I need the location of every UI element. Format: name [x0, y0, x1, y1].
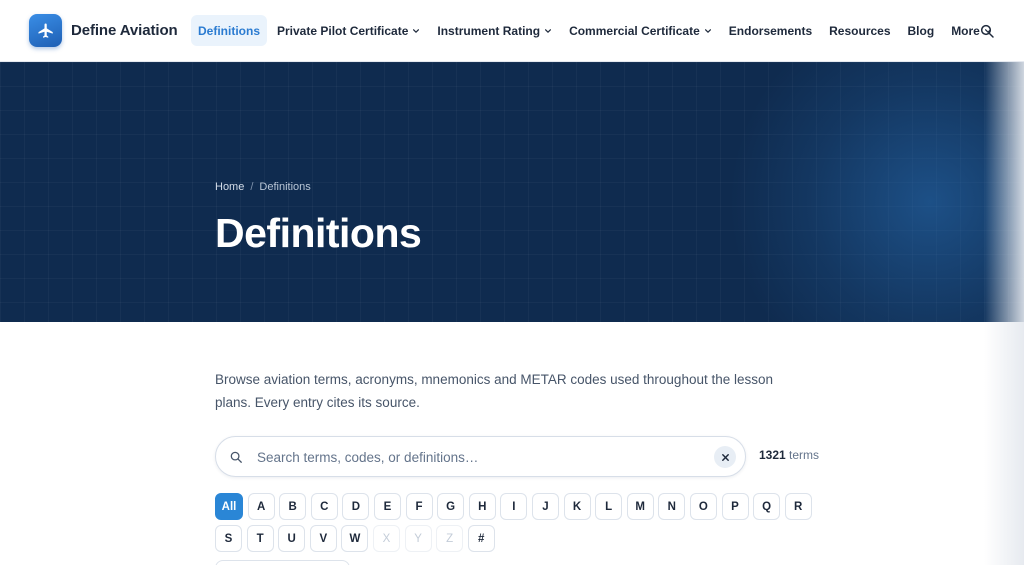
letter-filter-l[interactable]: L	[595, 493, 623, 520]
letter-filter-b[interactable]: B	[279, 493, 307, 520]
breadcrumb-separator: /	[250, 181, 254, 193]
search-input[interactable]	[257, 446, 707, 468]
letter-filter-p[interactable]: P	[721, 493, 749, 520]
letter-filter-d[interactable]: D	[342, 493, 370, 520]
search-icon	[980, 24, 994, 38]
nav-label: Definitions	[198, 23, 260, 38]
breadcrumb-current: Definitions	[259, 181, 311, 193]
nav-label: Endorsements	[728, 23, 813, 38]
letter-filter-k[interactable]: K	[563, 493, 591, 520]
nav-item-resources[interactable]: Resources	[822, 15, 897, 46]
letter-filter-g[interactable]: G	[437, 493, 465, 520]
intro-text: Browse aviation terms, acronyms, mnemoni…	[215, 372, 774, 410]
letter-filter-a[interactable]: A	[247, 493, 275, 520]
letter-filter-u[interactable]: U	[278, 525, 306, 552]
letter-filter-w[interactable]: W	[341, 525, 369, 552]
nav-label: Commercial Certificate	[569, 23, 700, 38]
nav-item-commercial-certificate[interactable]: Commercial Certificate	[562, 15, 719, 46]
chevron-down-icon	[413, 28, 420, 33]
letter-filter-all[interactable]: All	[215, 493, 243, 520]
letter-filter-n[interactable]: N	[658, 493, 686, 520]
site-header: Define Aviation Definitions Private Pilo…	[0, 0, 1024, 62]
letter-filter-v[interactable]: V	[309, 525, 337, 552]
letter-filter-z: Z	[436, 525, 464, 552]
letter-filter-j[interactable]: J	[531, 493, 559, 520]
letter-filter-h[interactable]: H	[468, 493, 496, 520]
letter-filter-t[interactable]: T	[246, 525, 274, 552]
alphabet-filter-row-2: S T U V W X Y Z #	[215, 525, 499, 552]
letter-filter-m[interactable]: M	[626, 493, 654, 520]
page-title: Definitions	[215, 210, 422, 256]
chevron-down-icon	[545, 28, 552, 33]
breadcrumb: Home / Definitions	[215, 181, 311, 193]
letter-filter-c[interactable]: C	[310, 493, 338, 520]
letter-filter-i[interactable]: I	[500, 493, 528, 520]
letter-filter-e[interactable]: E	[373, 493, 401, 520]
close-icon	[721, 453, 729, 461]
chevron-down-icon	[704, 28, 711, 33]
letter-filter-q[interactable]: Q	[753, 493, 781, 520]
letter-filter-r[interactable]: R	[784, 493, 812, 520]
letter-filter-y: Y	[404, 525, 432, 552]
airplane-icon	[29, 14, 62, 47]
search-icon	[230, 451, 242, 463]
nav-label: Private Pilot Certificate	[277, 23, 409, 38]
brand-name: Define Aviation	[71, 22, 178, 39]
letter-filter-x: X	[372, 525, 400, 552]
hero-banner: Home / Definitions Definitions	[0, 62, 1024, 322]
nav-item-private-pilot-certificate[interactable]: Private Pilot Certificate	[270, 15, 427, 46]
nav-item-instrument-rating[interactable]: Instrument Rating	[430, 15, 559, 46]
letter-filter-hash[interactable]: #	[467, 525, 495, 552]
term-count-label: terms	[789, 448, 820, 462]
main-nav: Definitions Private Pilot Certificate In…	[191, 15, 1002, 46]
nav-item-blog[interactable]: Blog	[901, 15, 942, 46]
term-count: 1321 terms	[759, 448, 819, 462]
header-search-button[interactable]	[976, 20, 998, 42]
breadcrumb-home-link[interactable]: Home	[215, 181, 244, 193]
nav-item-endorsements[interactable]: Endorsements	[722, 15, 819, 46]
letter-filter-o[interactable]: O	[689, 493, 717, 520]
nav-label: Blog	[907, 23, 935, 38]
brand-link[interactable]: Define Aviation	[29, 14, 178, 47]
alphabet-filter-row-1: All A B C D E F G H I J K L M N O P Q R	[215, 493, 816, 520]
nav-label: Instrument Rating	[437, 23, 541, 38]
term-count-number: 1321	[759, 448, 786, 462]
letter-filter-f[interactable]: F	[405, 493, 433, 520]
clear-search-button[interactable]	[714, 446, 736, 468]
definitions-search-box	[215, 436, 746, 477]
nav-item-definitions[interactable]: Definitions	[191, 15, 267, 46]
letter-filter-s[interactable]: S	[215, 525, 242, 552]
filter-pill[interactable]	[215, 560, 350, 565]
nav-label: Resources	[829, 23, 891, 38]
